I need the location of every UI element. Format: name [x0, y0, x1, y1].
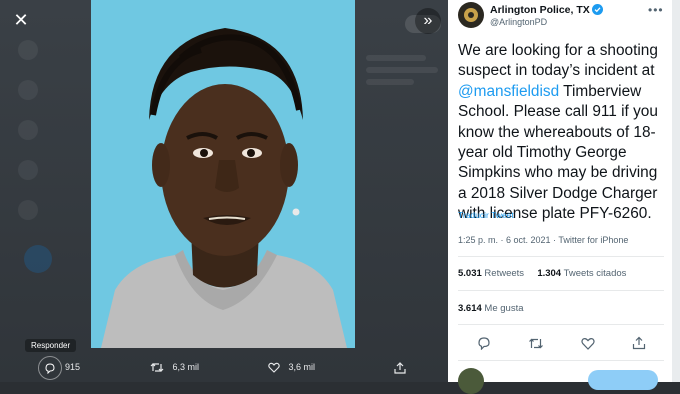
heart-icon[interactable]: [580, 337, 595, 350]
reply-icon: [45, 363, 55, 374]
quotes-value[interactable]: 1.304: [537, 268, 561, 279]
police-badge-icon: [464, 8, 478, 22]
mention-link[interactable]: @mansfieldisd: [458, 83, 559, 100]
retweet-action[interactable]: 6,3 mil: [150, 362, 199, 373]
author-name[interactable]: Arlington Police, TX: [490, 4, 590, 16]
user-avatar[interactable]: [458, 368, 484, 394]
author-avatar[interactable]: [458, 2, 484, 28]
retweet-icon[interactable]: [528, 337, 544, 350]
reply-icon[interactable]: [477, 336, 491, 350]
scrollbar[interactable]: [672, 0, 680, 382]
share-icon[interactable]: [632, 336, 646, 350]
retweets-label[interactable]: Retweets: [484, 268, 524, 279]
tweet-text-part: Timberview School. Please call 911 if yo…: [458, 82, 658, 223]
media-viewer: ✕ » Responder 915 6,3 mil 3,6 mil: [0, 0, 448, 382]
more-options-icon[interactable]: •••: [648, 3, 664, 17]
tweet-timestamp[interactable]: 1:25 p. m. · 6 oct. 2021 · Twitter for i…: [458, 235, 628, 245]
share-icon: [394, 362, 406, 374]
share-action[interactable]: [394, 362, 406, 374]
tweet-text-part: We are looking for a shooting suspect in…: [458, 42, 658, 80]
divider: [458, 324, 664, 325]
suspect-photo: [91, 0, 355, 348]
author-handle[interactable]: @ArlingtonPD: [490, 17, 547, 27]
verified-badge-icon: [592, 4, 603, 15]
retweets-value[interactable]: 5.031: [458, 268, 482, 279]
tweet-panel: Arlington Police, TX @ArlingtonPD ••• We…: [448, 0, 672, 394]
like-action[interactable]: 3,6 mil: [268, 362, 315, 373]
reply-button[interactable]: [38, 356, 62, 380]
retweet-icon: [150, 363, 164, 372]
likes-stats: 3.614 Me gusta: [458, 303, 524, 314]
quotes-label[interactable]: Tweets citados: [564, 268, 627, 279]
translate-tweet-link[interactable]: Traducir Tweet: [458, 210, 514, 220]
tweet-text: We are looking for a shooting suspect in…: [458, 41, 668, 225]
retweet-quote-stats: 5.031 Retweets 1.304 Tweets citados: [458, 268, 626, 279]
double-chevron-right-icon[interactable]: »: [415, 8, 441, 34]
likes-label[interactable]: Me gusta: [484, 303, 523, 314]
divider: [458, 290, 664, 291]
heart-icon: [268, 362, 280, 373]
dimmed-compose-button: [24, 245, 52, 273]
dimmed-nav-rail: [18, 40, 44, 340]
close-icon[interactable]: ✕: [10, 9, 32, 31]
reply-submit-button[interactable]: [588, 370, 658, 390]
divider: [458, 256, 664, 257]
retweet-count: 6,3 mil: [172, 362, 200, 372]
like-count: 3,6 mil: [288, 362, 316, 372]
likes-value[interactable]: 3.614: [458, 303, 482, 314]
divider: [458, 360, 664, 361]
reply-tooltip: Responder: [25, 339, 77, 352]
reply-count: 915: [65, 362, 81, 372]
tweet-action-bar: [458, 333, 664, 353]
